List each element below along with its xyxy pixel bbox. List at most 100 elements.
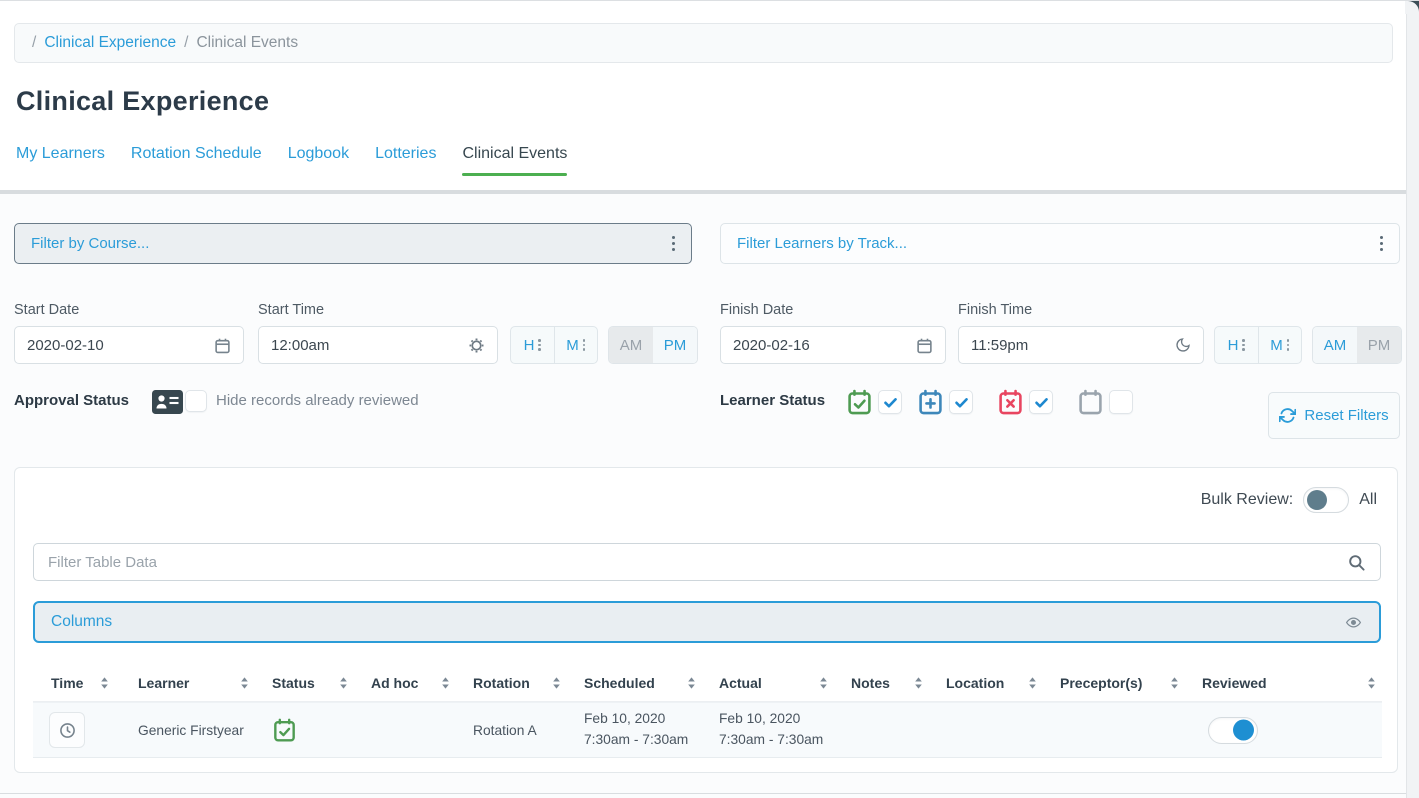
column-header-scheduled[interactable]: Scheduled: [584, 665, 719, 701]
start-date-field: [14, 326, 244, 364]
refresh-icon: [1279, 407, 1296, 424]
sort-icon: [818, 676, 829, 690]
tab-logbook[interactable]: Logbook: [288, 145, 349, 163]
finish-hour-stepper[interactable]: H: [1215, 327, 1258, 363]
breadcrumb-current: Clinical Events: [196, 34, 298, 52]
tab-clinical-events[interactable]: Clinical Events: [462, 145, 567, 163]
sort-icon: [338, 676, 349, 690]
column-header-status[interactable]: Status: [272, 665, 371, 701]
hour-label: H: [524, 337, 535, 354]
calendar-icon[interactable]: [214, 337, 231, 354]
stepper-dots-icon: [1242, 338, 1245, 352]
eye-icon[interactable]: [1344, 615, 1363, 630]
finish-time-input[interactable]: [971, 337, 1175, 354]
cell-notes: [851, 703, 946, 757]
start-time-input[interactable]: [271, 337, 468, 354]
filter-learners-by-track-select[interactable]: Filter Learners by Track...: [720, 223, 1400, 264]
toggle-knob: [1307, 490, 1327, 510]
cell-rotation: Rotation A: [473, 703, 584, 757]
stepper-dots-icon: [583, 338, 586, 352]
sort-icon: [99, 676, 110, 690]
learner-status-attended-checkbox[interactable]: [878, 390, 902, 414]
table-filter-input[interactable]: [48, 554, 1347, 571]
filter-by-course-placeholder: Filter by Course...: [31, 235, 149, 252]
finish-minute-stepper[interactable]: M: [1258, 327, 1302, 363]
cell-preceptors: [1060, 703, 1202, 757]
learner-status-pending-checkbox[interactable]: [1109, 390, 1133, 414]
cell-time: [33, 703, 138, 757]
finish-time-label: Finish Time: [958, 302, 1032, 318]
breadcrumb-link-clinical-experience[interactable]: Clinical Experience: [44, 34, 176, 52]
tab-bar: My Learners Rotation Schedule Logbook Lo…: [16, 145, 567, 163]
reviewed-toggle[interactable]: [1208, 717, 1258, 744]
clinical-experience-page: / Clinical Experience / Clinical Events …: [0, 0, 1419, 798]
bulk-review-toggle[interactable]: [1303, 487, 1349, 513]
columns-button[interactable]: Columns: [33, 601, 1381, 643]
hour-label: H: [1228, 337, 1239, 354]
check-icon: [883, 395, 898, 410]
toggle-knob: [1233, 720, 1254, 741]
start-date-input[interactable]: [27, 337, 214, 354]
cell-status: [272, 703, 371, 757]
kebab-menu-icon: [672, 235, 675, 253]
finish-meridiem-toggle: AM PM: [1312, 326, 1402, 364]
vertical-scrollbar[interactable]: [1406, 1, 1419, 798]
breadcrumb: / Clinical Experience / Clinical Events: [14, 23, 1393, 63]
hide-reviewed-checkbox[interactable]: [185, 390, 207, 412]
finish-date-input[interactable]: [733, 337, 916, 354]
table-header-row: Time Learner Status Ad hoc Rotation Sche…: [33, 665, 1382, 702]
filter-by-course-select[interactable]: Filter by Course...: [14, 223, 692, 264]
start-am-button[interactable]: AM: [609, 327, 653, 363]
columns-label: Columns: [51, 613, 112, 631]
column-header-rotation[interactable]: Rotation: [473, 665, 584, 701]
start-time-field: [258, 326, 498, 364]
reset-filters-label: Reset Filters: [1304, 407, 1388, 424]
stepper-dots-icon: [538, 338, 541, 352]
finish-am-button[interactable]: AM: [1313, 327, 1357, 363]
column-header-reviewed[interactable]: Reviewed: [1202, 665, 1382, 701]
column-header-actual[interactable]: Actual: [719, 665, 851, 701]
tab-lotteries[interactable]: Lotteries: [375, 145, 436, 163]
stepper-dots-icon: [1287, 338, 1290, 352]
sort-icon: [686, 676, 697, 690]
reset-filters-button[interactable]: Reset Filters: [1268, 392, 1400, 439]
learner-status-label: Learner Status: [720, 392, 825, 409]
bulk-review-label: Bulk Review:: [1201, 491, 1293, 509]
minute-label: M: [1270, 337, 1283, 354]
learner-status-added-checkbox[interactable]: [949, 390, 973, 414]
start-minute-stepper[interactable]: M: [554, 327, 598, 363]
minute-label: M: [566, 337, 579, 354]
cell-scheduled: Feb 10, 20207:30am - 7:30am: [584, 703, 719, 757]
column-header-notes[interactable]: Notes: [851, 665, 946, 701]
event-history-button[interactable]: [49, 712, 85, 748]
cell-ad-hoc: [371, 703, 473, 757]
calendar-plus-icon: [917, 389, 944, 421]
moon-icon: [1175, 337, 1191, 353]
id-card-icon[interactable]: [152, 389, 183, 420]
filter-by-track-placeholder: Filter Learners by Track...: [737, 235, 907, 252]
start-time-stepper-group: H M: [510, 326, 598, 364]
start-time-label: Start Time: [258, 302, 324, 318]
tab-my-learners[interactable]: My Learners: [16, 145, 105, 163]
gear-icon: [468, 337, 485, 354]
search-icon[interactable]: [1347, 553, 1366, 572]
finish-pm-button[interactable]: PM: [1357, 327, 1401, 363]
breadcrumb-slash: /: [32, 34, 36, 52]
cell-learner: Generic Firstyear: [138, 703, 272, 757]
calendar-icon[interactable]: [916, 337, 933, 354]
column-header-preceptors[interactable]: Preceptor(s): [1060, 665, 1202, 701]
start-pm-button[interactable]: PM: [653, 327, 697, 363]
hide-reviewed-label: Hide records already reviewed: [216, 392, 419, 409]
column-header-learner[interactable]: Learner: [138, 665, 272, 701]
page-title: Clinical Experience: [16, 86, 269, 117]
column-header-ad-hoc[interactable]: Ad hoc: [371, 665, 473, 701]
bulk-review-control: Bulk Review: All: [1201, 487, 1377, 513]
column-header-location[interactable]: Location: [946, 665, 1060, 701]
tab-rotation-schedule[interactable]: Rotation Schedule: [131, 145, 262, 163]
sort-icon: [551, 676, 562, 690]
cell-location: [946, 703, 1060, 757]
start-meridiem-toggle: AM PM: [608, 326, 698, 364]
start-hour-stepper[interactable]: H: [511, 327, 554, 363]
column-header-time[interactable]: Time: [33, 665, 138, 701]
learner-status-cancelled-checkbox[interactable]: [1029, 390, 1053, 414]
